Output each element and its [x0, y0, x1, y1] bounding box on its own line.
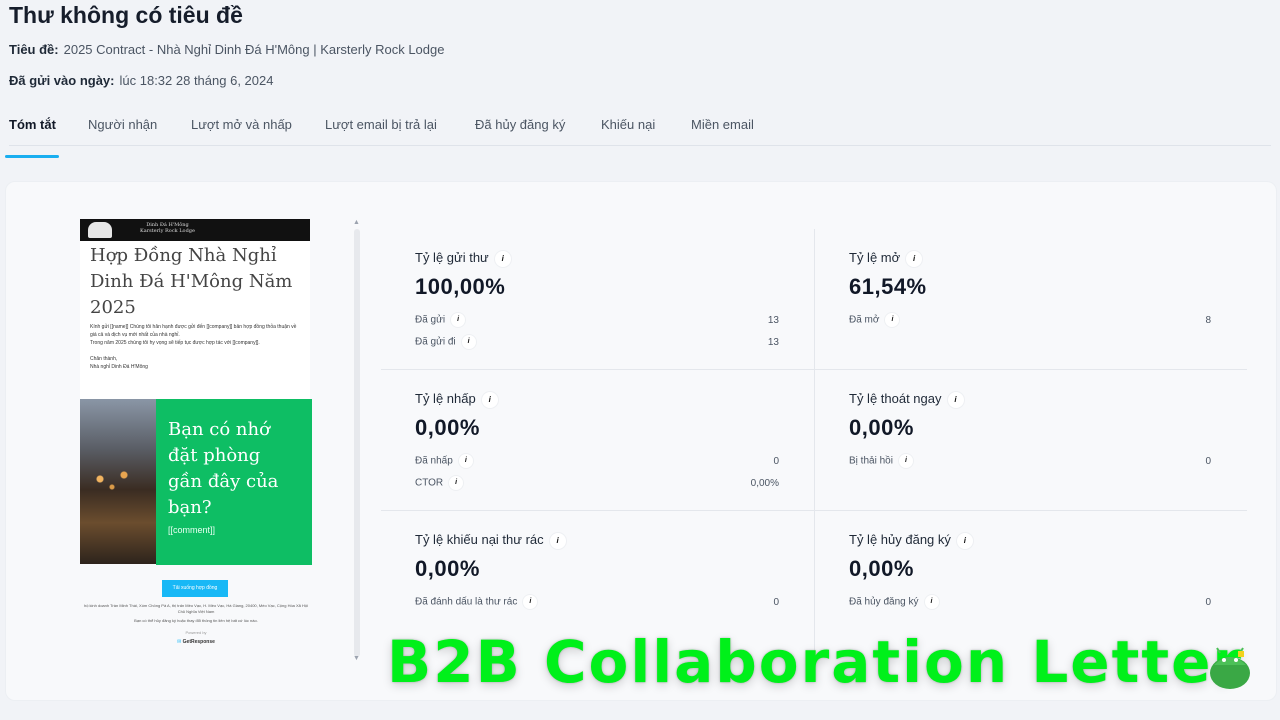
info-icon[interactable]: i	[481, 391, 498, 408]
subject-label: Tiêu đề:	[9, 42, 59, 57]
preview-comment: [[comment]]	[168, 525, 216, 535]
download-contract-button[interactable]: Tải xuống hợp đồng	[162, 580, 228, 597]
stat-label: Tỷ lệ gửi thư	[415, 250, 489, 265]
stat-bounce-rate: Tỷ lệ thoát ngay i 0,00% Bị thải hồi i 0	[814, 370, 1247, 511]
info-icon[interactable]: i	[924, 595, 939, 609]
email-report-header: Thư không có tiêu đề Tiêu đề: 2025 Contra…	[5, 0, 1271, 158]
stat-label: Tỷ lệ hủy đăng ký	[849, 532, 951, 547]
stat-label: Tỷ lệ mở	[849, 250, 901, 265]
preview-scrollbar[interactable]: ▲ ▼	[351, 219, 363, 665]
getresponse-logo: ✉ GetResponse	[177, 639, 215, 645]
subject-row: Tiêu đề: 2025 Contract - Nhà Nghỉ Dinh Đá…	[9, 42, 444, 57]
clicked-count: 0	[773, 456, 779, 467]
info-icon[interactable]: i	[906, 250, 923, 267]
page-title: Thư không có tiêu đề	[9, 2, 243, 28]
tab-bounces[interactable]: Lượt email bị trả lại	[325, 117, 437, 132]
stats-grid: Tỷ lệ gửi thư i 100,00% Đã gửi i 13 Đã gửi…	[381, 229, 1247, 652]
delivered-count: 13	[767, 337, 779, 348]
stat-value: 0,00%	[849, 556, 914, 581]
stat-value: 0,00%	[849, 415, 914, 440]
preview-brand: Dinh Đá H'Mông Karsterly Rock Lodge	[140, 222, 195, 234]
email-preview[interactable]: Dinh Đá H'Mông Karsterly Rock Lodge Hợp …	[80, 219, 312, 649]
tab-email-domains[interactable]: Miền email	[691, 117, 754, 132]
preview-heading: Hợp Đồng Nhà Nghỉ Dinh Đá H'Mông Năm 202…	[90, 245, 293, 318]
stat-value: 0,00%	[415, 415, 480, 440]
report-tabs: Tóm tắt Người nhận Lượt mở và nhấp Lượt …	[5, 106, 1271, 158]
preview-top-bar: Dinh Đá H'Mông Karsterly Rock Lodge	[80, 219, 310, 241]
tab-summary[interactable]: Tóm tắt	[5, 117, 59, 158]
spam-count: 0	[773, 597, 779, 608]
scroll-down-icon[interactable]: ▼	[353, 655, 360, 662]
info-icon[interactable]: i	[956, 532, 973, 549]
tab-opens-clicks[interactable]: Lượt mở và nhấp	[191, 117, 292, 132]
tab-complaints[interactable]: Khiếu nại	[601, 117, 655, 132]
scrollbar-track[interactable]	[354, 229, 360, 657]
subject-value: 2025 Contract - Nhà Nghỉ Dinh Đá H'Mông …	[63, 42, 445, 57]
opened-count: 8	[1205, 315, 1211, 326]
info-icon[interactable]: i	[494, 250, 511, 267]
preview-footer: hộ kinh doanh Trần Minh Thái, Xóm Chông …	[80, 603, 312, 645]
info-icon[interactable]: i	[458, 454, 473, 468]
stat-value: 61,54%	[849, 274, 927, 299]
bounced-count: 0	[1205, 456, 1211, 467]
preview-green-block: Bạn có nhớ đặt phòng gần đây của bạn? [[…	[156, 399, 312, 565]
stat-delivery-rate: Tỷ lệ gửi thư i 100,00% Đã gửi i 13 Đã gửi…	[381, 229, 814, 370]
ctor-value: 0,00%	[750, 478, 779, 489]
preview-green-title: Bạn có nhớ đặt phòng gần đây của bạn?	[168, 419, 279, 518]
sent-date-value: lúc 18:32 28 tháng 6, 2024	[119, 73, 274, 88]
preview-body: Kính gửi [[name]] Chúng tôi hân hạnh đượ…	[90, 324, 297, 370]
info-icon[interactable]: i	[461, 335, 476, 349]
stat-click-rate: Tỷ lệ nhấp i 0,00% Đã nhấp i 0 CTOR i 0,00%	[381, 370, 814, 511]
info-icon[interactable]: i	[549, 532, 566, 549]
info-icon[interactable]: i	[885, 313, 900, 327]
overlay-banner-title: B2B Collaboration Letter	[387, 628, 1244, 696]
stat-open-rate: Tỷ lệ mở i 61,54% Đã mở i 8	[814, 229, 1247, 370]
stat-label: Tỷ lệ thoát ngay	[849, 391, 942, 406]
info-icon[interactable]: i	[523, 595, 538, 609]
preview-intro: Hợp Đồng Nhà Nghỉ Dinh Đá H'Mông Năm 202…	[80, 241, 310, 399]
tab-unsubscribes[interactable]: Đã hủy đăng ký	[475, 117, 565, 132]
scroll-up-icon[interactable]: ▲	[353, 219, 360, 226]
info-icon[interactable]: i	[898, 454, 913, 468]
sent-date-label: Đã gửi vào ngày:	[9, 73, 115, 88]
lodge-logo-icon	[88, 222, 112, 238]
active-tab-indicator	[5, 155, 59, 158]
info-icon[interactable]: i	[449, 476, 464, 490]
info-icon[interactable]: i	[451, 313, 466, 327]
android-mascot-icon	[1210, 647, 1250, 689]
stat-label: Tỷ lệ khiếu nại thư rác	[415, 532, 544, 547]
stat-label: Tỷ lệ nhấp	[415, 391, 476, 406]
info-icon[interactable]: i	[947, 391, 964, 408]
stat-value: 100,00%	[415, 274, 506, 299]
stat-value: 0,00%	[415, 556, 480, 581]
sent-date-row: Đã gửi vào ngày: lúc 18:32 28 tháng 6, 20…	[9, 73, 273, 88]
unsubscribed-count: 0	[1205, 597, 1211, 608]
sent-count: 13	[767, 315, 779, 326]
lodge-photo	[80, 399, 156, 564]
tab-recipients[interactable]: Người nhận	[88, 117, 157, 132]
